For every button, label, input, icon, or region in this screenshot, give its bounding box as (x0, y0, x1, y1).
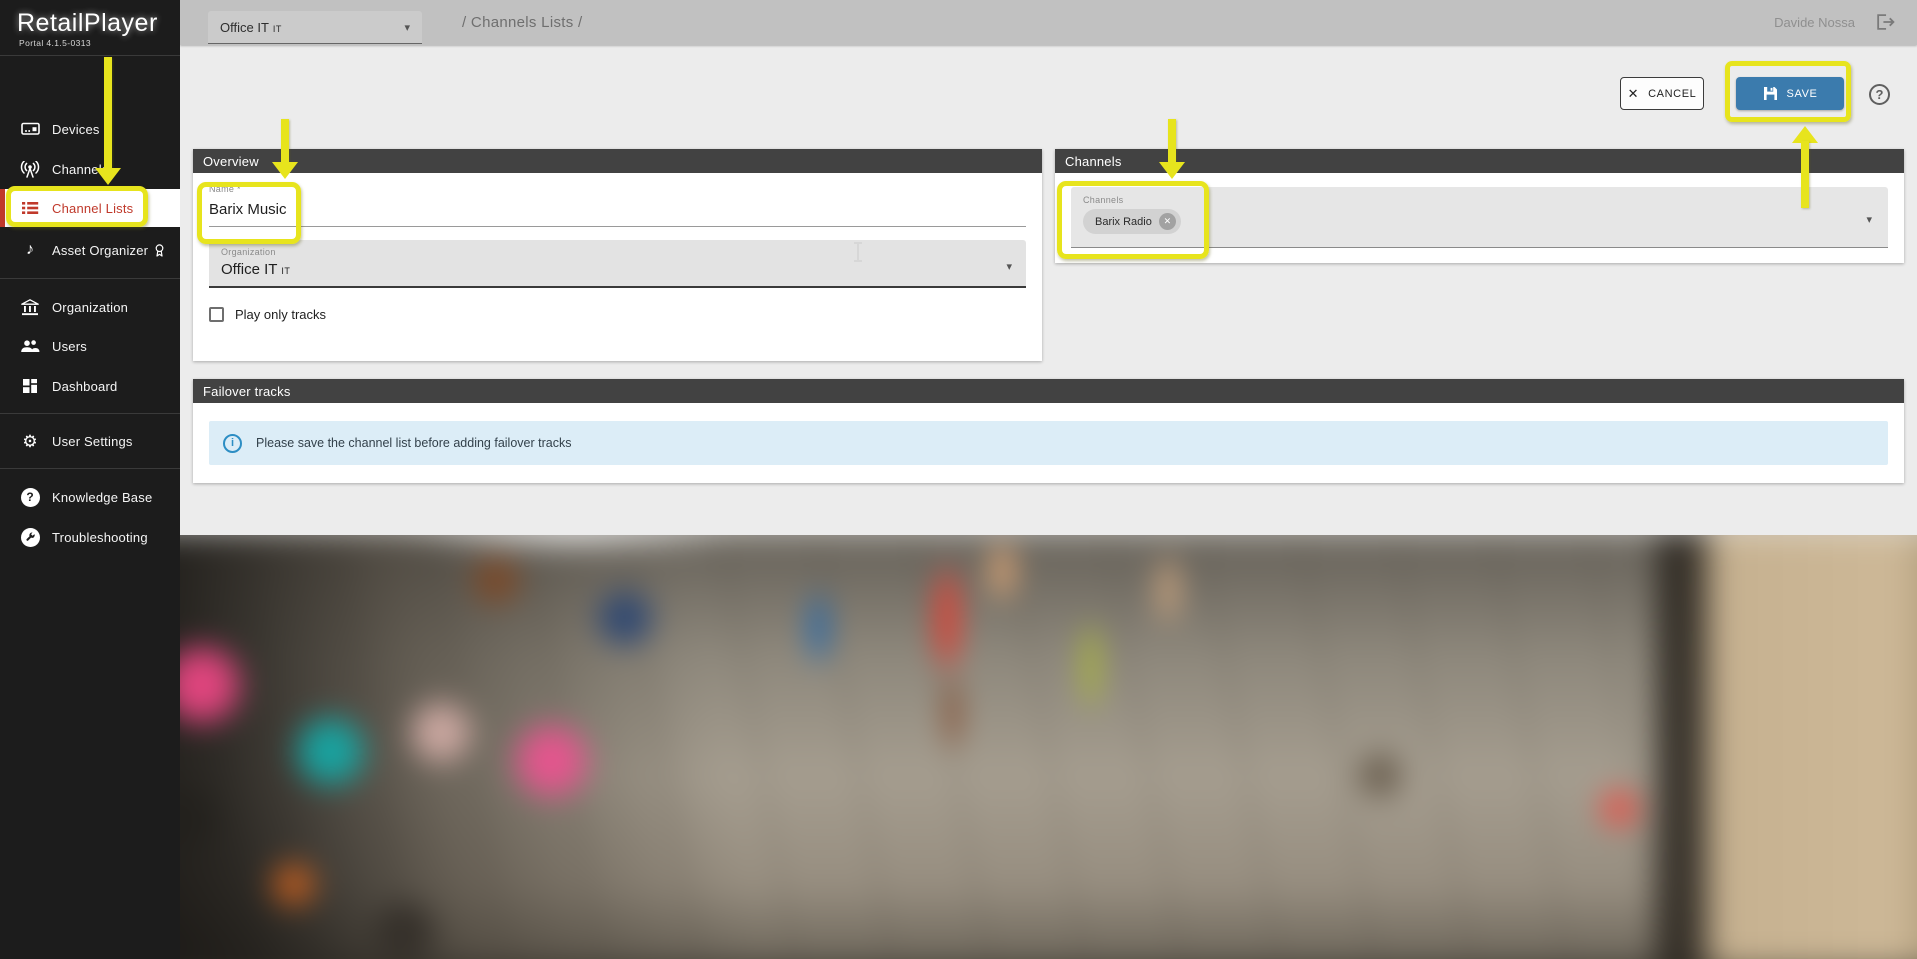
broadcast-icon (17, 161, 43, 178)
organization-selector-region: IT (273, 24, 282, 34)
retailplayer-app: RetailPlayer Portal 4.1.5-0313 Devices C… (0, 0, 1917, 959)
failover-panel-header: Failover tracks (193, 379, 1904, 403)
name-field-value: Barix Music (209, 201, 1026, 218)
music-note-icon: ♪ (17, 242, 43, 258)
user-name: Davide Nossa (1774, 0, 1855, 45)
sidebar-item-troubleshooting[interactable]: Troubleshooting (0, 519, 180, 555)
devices-icon (17, 122, 43, 136)
name-field[interactable]: Name * Barix Music (209, 184, 1026, 227)
sidebar-item-users[interactable]: Users (0, 328, 180, 364)
premium-badge-icon (154, 244, 165, 257)
save-button-label: SAVE (1787, 88, 1818, 100)
chevron-down-icon: ▾ (1866, 213, 1872, 226)
wrench-circle-icon (17, 528, 43, 547)
sidebar-divider (0, 413, 180, 414)
close-icon: ✕ (1628, 86, 1640, 102)
channels-field-label: Channels (1083, 195, 1876, 205)
sidebar-item-label: Asset Organizer (52, 243, 148, 258)
sidebar-item-label: Channel Lists (52, 201, 133, 216)
sidebar-item-asset-organizer[interactable]: ♪ Asset Organizer (0, 232, 180, 268)
sidebar-item-user-settings[interactable]: ⚙ User Settings (0, 423, 180, 459)
help-icon[interactable]: ? (1869, 84, 1890, 105)
checkbox-label: Play only tracks (235, 307, 326, 322)
text-cursor (857, 242, 859, 262)
portal-version: Portal 4.1.5-0313 (17, 38, 180, 48)
sidebar-item-devices[interactable]: Devices (0, 111, 180, 147)
organization-select-region: IT (281, 266, 290, 276)
sidebar-item-label: Devices (52, 122, 100, 137)
sidebar-divider (0, 468, 180, 469)
sidebar-item-channel-lists[interactable]: Channel Lists (0, 189, 180, 227)
users-icon (17, 339, 43, 353)
bank-icon (17, 299, 43, 316)
question-circle-icon: ? (17, 488, 43, 507)
sidebar: RetailPlayer Portal 4.1.5-0313 Devices C… (0, 0, 180, 959)
info-banner-message: Please save the channel list before addi… (256, 436, 571, 450)
cancel-button-label: CANCEL (1648, 88, 1696, 100)
sidebar-divider (0, 278, 180, 279)
brand-name: RetailPlayer (17, 9, 180, 38)
cancel-button[interactable]: ✕ CANCEL (1620, 77, 1704, 110)
overview-panel-header: Overview (193, 149, 1042, 173)
organization-select-value: Office IT IT (221, 261, 1014, 278)
sidebar-item-label: Organization (52, 300, 128, 315)
channels-panel-header: Channels (1055, 149, 1904, 173)
background-photo (180, 535, 1917, 959)
logout-icon[interactable] (1875, 13, 1895, 36)
floppy-disk-icon (1763, 86, 1778, 101)
remove-chip-icon[interactable]: ✕ (1159, 213, 1176, 230)
sidebar-item-label: Knowledge Base (52, 490, 152, 505)
sidebar-item-label: Troubleshooting (52, 530, 148, 545)
sidebar-item-knowledge-base[interactable]: ? Knowledge Base (0, 479, 180, 515)
channel-chip: Barix Radio ✕ (1083, 209, 1181, 234)
sidebar-item-dashboard[interactable]: Dashboard (0, 368, 180, 404)
sidebar-item-label: Channels (52, 162, 109, 177)
channels-multiselect[interactable]: Channels Barix Radio ✕ ▾ (1071, 187, 1888, 248)
top-bar: Office IT IT ▾ / Channels Lists / Davide… (180, 0, 1917, 45)
dashboard-icon (17, 378, 43, 394)
save-button[interactable]: SAVE (1736, 77, 1844, 110)
channel-chip-label: Barix Radio (1095, 216, 1152, 228)
overview-panel: Overview Name * Barix Music Organization… (193, 149, 1042, 361)
failover-tracks-panel: Failover tracks i Please save the channe… (193, 379, 1904, 483)
play-only-tracks-checkbox[interactable]: Play only tracks (209, 307, 1026, 322)
gear-icon: ⚙ (17, 433, 43, 450)
chevron-down-icon: ▾ (404, 21, 410, 34)
info-banner: i Please save the channel list before ad… (209, 421, 1888, 465)
name-field-label: Name * (209, 184, 1026, 194)
organization-select-label: Organization (221, 247, 1014, 257)
organization-select[interactable]: Organization Office IT IT ▾ (209, 240, 1026, 288)
list-icon (17, 201, 43, 215)
organization-selector[interactable]: Office IT IT ▾ (208, 11, 422, 44)
checkbox-box[interactable] (209, 307, 224, 322)
chevron-down-icon: ▾ (1006, 260, 1012, 273)
breadcrumb: / Channels Lists / (462, 0, 582, 45)
sidebar-item-label: User Settings (52, 434, 133, 449)
app-logo: RetailPlayer Portal 4.1.5-0313 (0, 0, 180, 56)
sidebar-item-organization[interactable]: Organization (0, 289, 180, 325)
organization-selector-value: Office IT (220, 20, 269, 35)
background-photo-art (180, 535, 1917, 959)
info-icon: i (223, 434, 242, 453)
sidebar-item-channels[interactable]: Channels (0, 151, 180, 187)
sidebar-item-label: Dashboard (52, 379, 117, 394)
sidebar-item-label: Users (52, 339, 87, 354)
channels-panel: Channels Channels Barix Radio ✕ ▾ (1055, 149, 1904, 263)
